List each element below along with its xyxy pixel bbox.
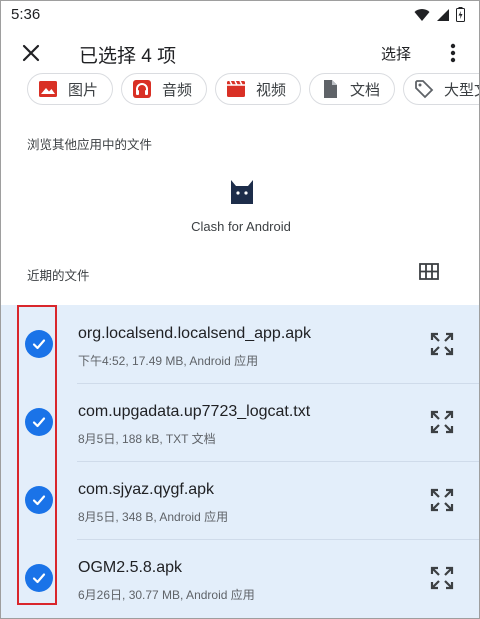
file-meta: 8月5日, 188 kB, TXT 文档 [78, 432, 216, 446]
chip-label: 音频 [162, 81, 193, 99]
preview-expand-icon[interactable] [429, 409, 455, 435]
file-name: com.sjyaz.qygf.apk [78, 481, 215, 498]
image-icon [39, 81, 57, 97]
chip-images[interactable]: 图片 [27, 73, 113, 105]
chip-large-files[interactable]: 大型文 [403, 73, 479, 105]
selected-check-icon[interactable] [25, 408, 53, 436]
selected-check-icon[interactable] [25, 564, 53, 592]
category-chips: 图片 音频 视频 文档 大型文 [27, 73, 479, 107]
file-meta: 下午4:52, 17.49 MB, Android 应用 [78, 354, 259, 368]
app-tile-clash[interactable]: Clash for Android [171, 169, 311, 239]
browse-apps-label: 浏览其他应用中的文件 [27, 138, 153, 152]
chip-label: 图片 [68, 81, 99, 99]
document-icon [324, 80, 337, 98]
file-picker-screen: 5:36 已选择 4 项 选择 图片 音频 视频 文档 大型 浏览其他应用中的文… [0, 0, 480, 619]
selected-check-icon[interactable] [25, 486, 53, 514]
cat-icon [231, 180, 253, 204]
file-row[interactable]: com.sjyaz.qygf.apk 8月5日, 348 B, Android … [1, 461, 479, 539]
headphones-icon [133, 80, 151, 98]
close-button[interactable] [13, 35, 49, 71]
select-button[interactable]: 选择 [381, 43, 411, 64]
preview-expand-icon[interactable] [429, 565, 455, 591]
file-row[interactable]: com.upgadata.up7723_logcat.txt 8月5日, 188… [1, 383, 479, 461]
preview-expand-icon[interactable] [429, 487, 455, 513]
more-options-button[interactable] [441, 37, 465, 69]
signal-icon [437, 8, 449, 21]
selected-check-icon[interactable] [25, 330, 53, 358]
page-title: 已选择 4 项 [79, 46, 177, 67]
file-meta: 6月26日, 30.77 MB, Android 应用 [78, 588, 255, 602]
status-icons [414, 7, 465, 22]
recent-files-label: 近期的文件 [27, 269, 90, 283]
battery-icon [456, 7, 465, 22]
app-bar: 已选择 4 项 选择 [1, 29, 479, 75]
file-row[interactable]: org.localsend.localsend_app.apk 下午4:52, … [1, 305, 479, 383]
chip-label: 视频 [256, 81, 287, 99]
status-time: 5:36 [11, 6, 41, 23]
preview-expand-icon[interactable] [429, 331, 455, 357]
chip-label: 文档 [350, 81, 381, 99]
chip-video[interactable]: 视频 [215, 73, 301, 105]
wifi-icon [414, 8, 430, 21]
tag-icon [415, 80, 434, 99]
recent-files-list: org.localsend.localsend_app.apk 下午4:52, … [1, 305, 479, 618]
chip-label: 大型文 [444, 81, 479, 99]
file-meta: 8月5日, 348 B, Android 应用 [78, 510, 229, 524]
chip-documents[interactable]: 文档 [309, 73, 395, 105]
file-name: OGM2.5.8.apk [78, 559, 183, 576]
more-vert-icon [450, 43, 456, 63]
file-name: com.upgadata.up7723_logcat.txt [78, 403, 311, 420]
chip-audio[interactable]: 音频 [121, 73, 207, 105]
file-name: org.localsend.localsend_app.apk [78, 325, 312, 342]
close-icon [22, 44, 40, 62]
file-row[interactable]: OGM2.5.8.apk 6月26日, 30.77 MB, Android 应用 [1, 539, 479, 617]
grid-view-icon [419, 263, 439, 280]
video-icon [227, 80, 245, 97]
app-name: Clash for Android [191, 219, 291, 234]
status-bar: 5:36 [1, 1, 479, 29]
grid-view-button[interactable] [419, 263, 443, 283]
